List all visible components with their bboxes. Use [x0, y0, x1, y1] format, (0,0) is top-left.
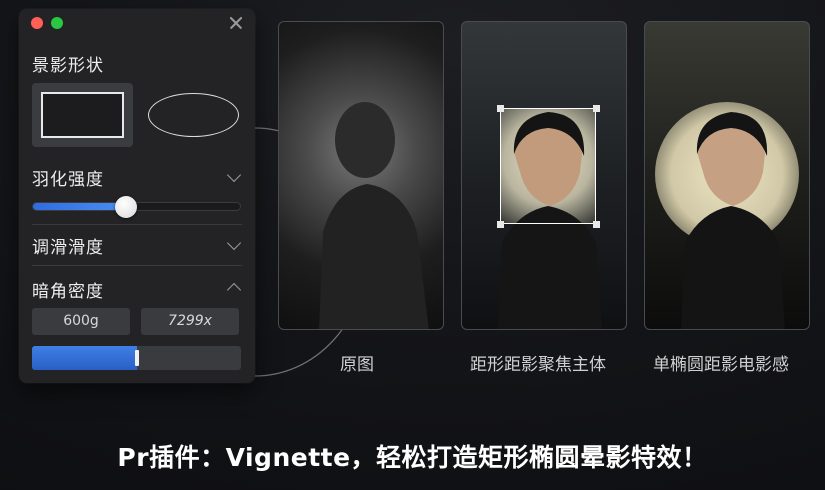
- density-chevron-up-icon[interactable]: [226, 282, 242, 298]
- portrait-image: [681, 112, 785, 329]
- vignette-panel: 景影形状 羽化强度 调滑滑度 暗角密度 600g 7299x: [19, 9, 255, 383]
- title-bar: [19, 9, 255, 37]
- silhouette-image: [319, 102, 429, 329]
- feather-slider-knob[interactable]: [115, 196, 138, 218]
- selection-handle[interactable]: [593, 105, 600, 112]
- feather-slider-fill: [33, 203, 127, 210]
- caption-ellipse-vignette: 单椭圆距影电影感: [653, 355, 789, 375]
- headline: Pr插件：Vignette，轻松打造矩形椭圆晕影特效！: [117, 443, 708, 472]
- divider: [32, 265, 242, 266]
- preview-card-original: [278, 21, 444, 330]
- shape-section-label: 景影形状: [32, 56, 104, 76]
- ellipse-shape-button[interactable]: [146, 83, 247, 147]
- selection-handle[interactable]: [497, 221, 504, 228]
- caption-original: 原图: [340, 355, 374, 375]
- density-bar[interactable]: [32, 346, 241, 370]
- density-field-a[interactable]: 600g: [32, 308, 130, 335]
- rectangle-shape-button[interactable]: [32, 83, 133, 147]
- selection-box[interactable]: [500, 108, 596, 224]
- maximize-window-button[interactable]: [51, 17, 63, 29]
- feather-section-label: 羽化强度: [32, 170, 104, 190]
- density-bar-fill: [32, 346, 137, 370]
- close-icon[interactable]: [227, 14, 245, 32]
- feather-slider[interactable]: [32, 196, 241, 218]
- density-field-b[interactable]: 7299x: [141, 308, 239, 335]
- smooth-chevron-down-icon[interactable]: [226, 235, 242, 251]
- feather-chevron-down-icon[interactable]: [226, 167, 242, 183]
- caption-rectangle-vignette: 距形距影聚焦主体: [470, 355, 606, 375]
- selection-handle[interactable]: [593, 221, 600, 228]
- rectangle-icon: [41, 92, 124, 138]
- smooth-section-label: 调滑滑度: [32, 238, 104, 258]
- divider: [32, 224, 242, 225]
- selection-handle[interactable]: [497, 105, 504, 112]
- preview-card-rectangle-vignette: [461, 21, 627, 330]
- density-bar-marker[interactable]: [134, 350, 139, 366]
- ellipse-icon: [148, 93, 239, 137]
- close-window-button[interactable]: [31, 17, 43, 29]
- preview-card-ellipse-vignette: [644, 21, 810, 330]
- density-section-label: 暗角密度: [32, 282, 104, 302]
